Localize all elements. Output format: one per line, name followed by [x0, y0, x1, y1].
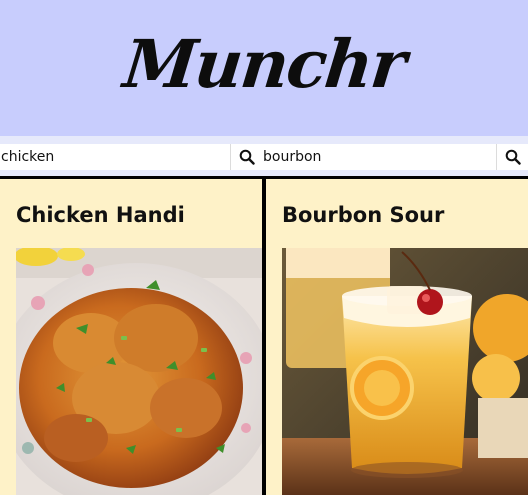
food-search-box	[0, 144, 262, 170]
food-card-title: Chicken Handi	[16, 203, 185, 227]
food-search-input[interactable]	[0, 144, 230, 170]
results-panel: Chicken Handi Bourbon Sour	[0, 176, 528, 495]
app-header: Munchr	[0, 0, 528, 136]
app-logo: Munchr	[119, 25, 409, 103]
search-bar	[0, 136, 528, 178]
search-icon	[505, 149, 521, 165]
drink-search-button[interactable]	[496, 144, 528, 170]
drink-card[interactable]: Bourbon Sour	[266, 179, 528, 495]
food-card[interactable]: Chicken Handi	[0, 179, 262, 495]
drink-card-title: Bourbon Sour	[282, 203, 445, 227]
drink-search-input[interactable]	[262, 144, 496, 170]
food-search-button[interactable]	[230, 144, 262, 170]
food-card-image	[16, 248, 262, 495]
drink-card-image	[282, 248, 528, 495]
search-icon	[239, 149, 255, 165]
drink-search-box	[262, 144, 528, 170]
bourbon-sour-photo	[282, 248, 528, 495]
chicken-handi-photo	[16, 248, 262, 495]
